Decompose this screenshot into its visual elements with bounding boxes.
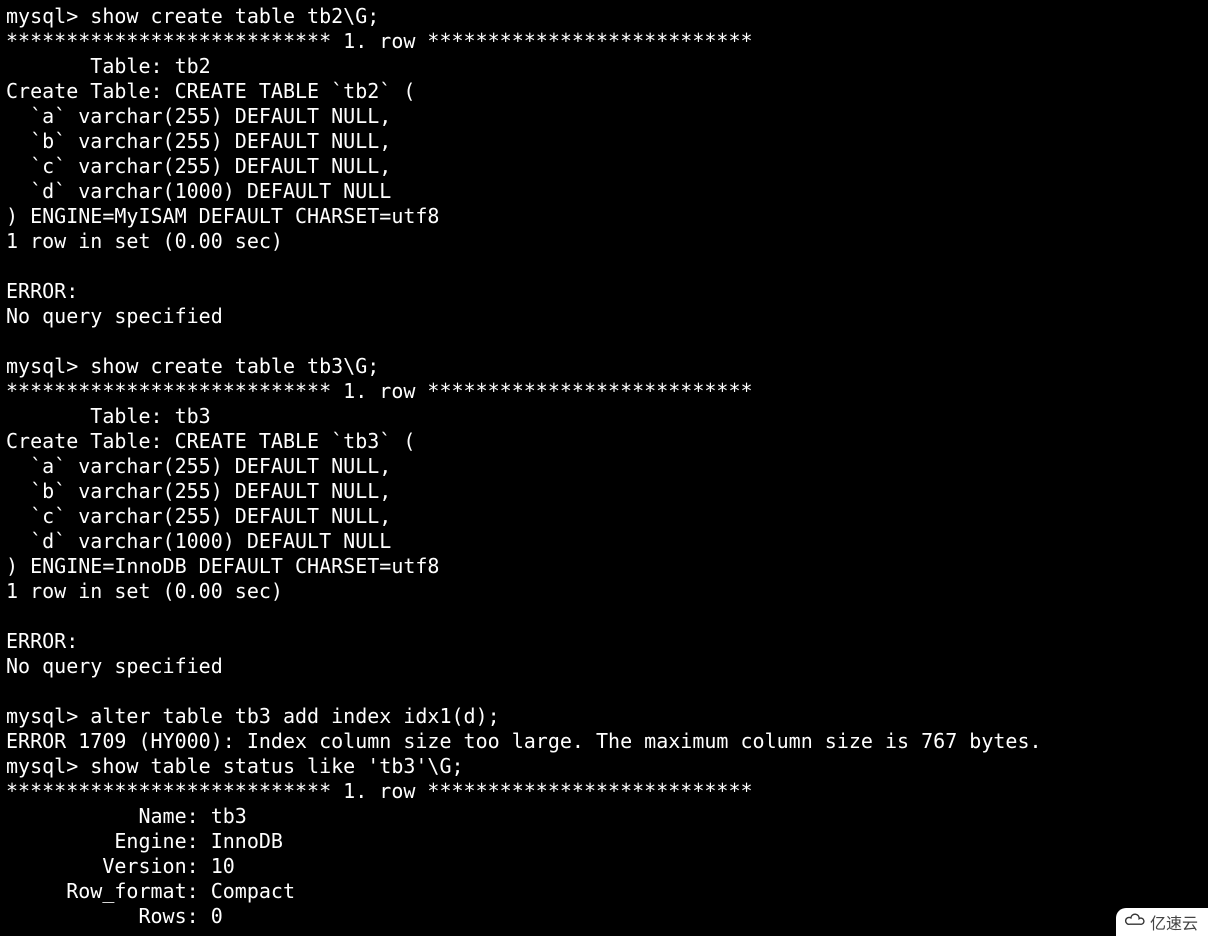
terminal-line: ERROR:	[6, 629, 78, 653]
terminal-line: Rows: 0	[6, 904, 223, 928]
terminal-line: mysql> show create table tb3\G;	[6, 354, 379, 378]
watermark-text: 亿速云	[1150, 910, 1198, 934]
terminal-line: Table: tb2	[6, 54, 211, 78]
terminal-line: Create Table: CREATE TABLE `tb3` (	[6, 429, 415, 453]
terminal-line: `c` varchar(255) DEFAULT NULL,	[6, 154, 391, 178]
terminal-line: Table: tb3	[6, 404, 211, 428]
mysql-terminal-output: mysql> show create table tb2\G; ********…	[0, 0, 1208, 933]
terminal-line: Version: 10	[6, 854, 235, 878]
terminal-line: `a` varchar(255) DEFAULT NULL,	[6, 454, 391, 478]
terminal-line: 1 row in set (0.00 sec)	[6, 229, 283, 253]
terminal-line: Name: tb3	[6, 804, 247, 828]
terminal-line: Create Table: CREATE TABLE `tb2` (	[6, 79, 415, 103]
terminal-line: `b` varchar(255) DEFAULT NULL,	[6, 129, 391, 153]
terminal-line: `c` varchar(255) DEFAULT NULL,	[6, 504, 391, 528]
terminal-line: No query specified	[6, 654, 223, 678]
terminal-line: *************************** 1. row *****…	[6, 779, 753, 803]
terminal-line: mysql> show create table tb2\G;	[6, 4, 379, 28]
terminal-line: `d` varchar(1000) DEFAULT NULL	[6, 529, 391, 553]
terminal-line: 1 row in set (0.00 sec)	[6, 579, 283, 603]
cloud-icon	[1124, 912, 1146, 933]
terminal-line: `d` varchar(1000) DEFAULT NULL	[6, 179, 391, 203]
terminal-line: ) ENGINE=MyISAM DEFAULT CHARSET=utf8	[6, 204, 439, 228]
terminal-line: *************************** 1. row *****…	[6, 29, 753, 53]
terminal-line: `a` varchar(255) DEFAULT NULL,	[6, 104, 391, 128]
terminal-line: `b` varchar(255) DEFAULT NULL,	[6, 479, 391, 503]
terminal-line: Row_format: Compact	[6, 879, 295, 903]
terminal-line: ERROR:	[6, 279, 78, 303]
terminal-line: Engine: InnoDB	[6, 829, 283, 853]
terminal-line: *************************** 1. row *****…	[6, 379, 753, 403]
watermark-badge: 亿速云	[1116, 908, 1208, 936]
terminal-line: mysql> show table status like 'tb3'\G;	[6, 754, 464, 778]
terminal-line: ERROR 1709 (HY000): Index column size to…	[6, 729, 1042, 753]
terminal-line: ) ENGINE=InnoDB DEFAULT CHARSET=utf8	[6, 554, 439, 578]
terminal-line: mysql> alter table tb3 add index idx1(d)…	[6, 704, 500, 728]
terminal-line: No query specified	[6, 304, 223, 328]
